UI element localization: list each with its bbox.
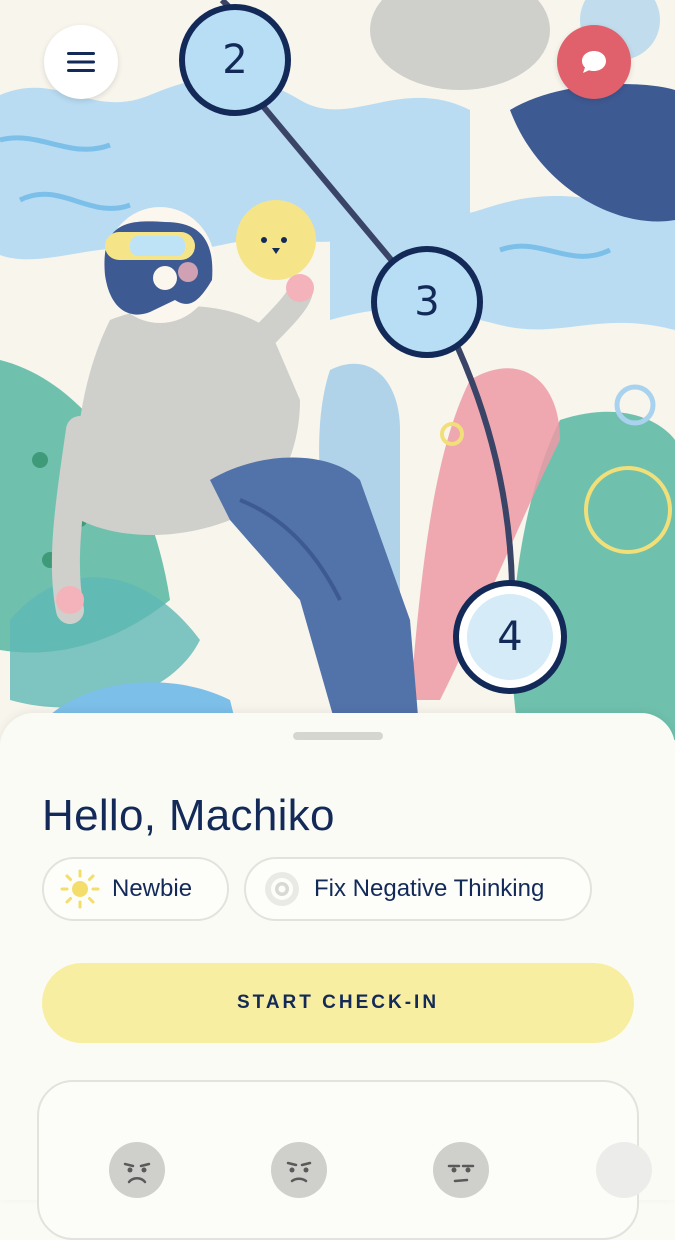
goal-chip[interactable]: Fix Negative Thinking [244,857,592,921]
greeting-title: Hello, Machiko [42,791,335,840]
level-chip[interactable]: Newbie [42,857,229,921]
sad-face-icon[interactable] [109,1142,165,1198]
start-check-in-button[interactable]: START CHECK-IN [42,963,634,1043]
level-chip-label: Newbie [112,875,193,902]
target-icon [260,867,304,911]
journey-step-4-current[interactable]: 4 [453,580,567,694]
goal-chip-label: Fix Negative Thinking [314,875,545,902]
journey-step-2[interactable]: 2 [179,4,291,116]
next-mood-option[interactable] [596,1142,652,1198]
sheet-drag-handle[interactable] [293,732,383,740]
journey-step-number: 3 [414,279,440,325]
sun-icon [58,867,102,911]
home-bottom-sheet[interactable]: Hello, Machiko Newbie Fix Negative Think… [0,713,675,1240]
mood-selector-card [37,1080,652,1240]
hamburger-menu-icon [67,52,95,72]
journey-step-3[interactable]: 3 [371,246,483,358]
chat-bubble-icon [582,51,606,73]
journey-step-number: 4 [497,614,523,660]
worried-face-icon[interactable] [271,1142,327,1198]
chat-button[interactable] [557,25,631,99]
background-illustration [0,0,675,740]
neutral-face-icon[interactable] [433,1142,489,1198]
journey-step-number: 2 [222,37,248,83]
menu-button[interactable] [44,25,118,99]
